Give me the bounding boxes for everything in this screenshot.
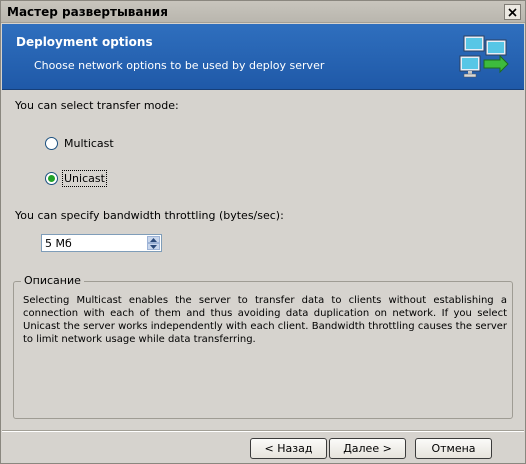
spin-buttons[interactable] (147, 236, 160, 250)
description-group: Описание Selecting Multicast enables the… (13, 274, 513, 419)
window-title: Мастер развертывания (7, 5, 168, 19)
close-button[interactable] (504, 4, 521, 20)
spin-up-button[interactable] (147, 236, 160, 243)
next-button[interactable]: Далее > (329, 438, 406, 459)
description-title: Описание (21, 274, 84, 287)
title-bar[interactable]: Мастер развертывания (1, 1, 525, 23)
radio-selected-dot (48, 175, 55, 182)
bandwidth-value[interactable]: 5 Мб (45, 237, 72, 250)
header-banner: Deployment options Choose network option… (2, 24, 524, 90)
wizard-window: Мастер развертывания Deployment options … (0, 0, 526, 464)
multicast-radio[interactable]: Multicast (45, 137, 114, 150)
back-button[interactable]: < Назад (250, 438, 327, 459)
transfer-mode-label: You can select transfer mode: (15, 99, 179, 112)
radio-circle[interactable] (45, 137, 58, 150)
spin-down-button[interactable] (147, 243, 160, 250)
bandwidth-label: You can specify bandwidth throttling (by… (15, 209, 284, 222)
network-computers-icon (459, 35, 509, 78)
bandwidth-spinbox[interactable]: 5 Мб (41, 234, 162, 252)
cancel-button[interactable]: Отмена (415, 438, 492, 459)
unicast-label[interactable]: Unicast (62, 170, 107, 187)
banner-subtitle: Choose network options to be used by dep… (34, 59, 325, 72)
description-text: Selecting Multicast enables the server t… (23, 295, 507, 345)
radio-circle[interactable] (45, 172, 58, 185)
close-icon (508, 7, 517, 17)
unicast-radio[interactable]: Unicast (45, 170, 107, 187)
chevron-down-icon (150, 244, 157, 249)
chevron-up-icon (150, 237, 157, 242)
banner-title: Deployment options (16, 35, 153, 49)
footer-separator (2, 430, 524, 432)
multicast-label[interactable]: Multicast (64, 137, 114, 150)
